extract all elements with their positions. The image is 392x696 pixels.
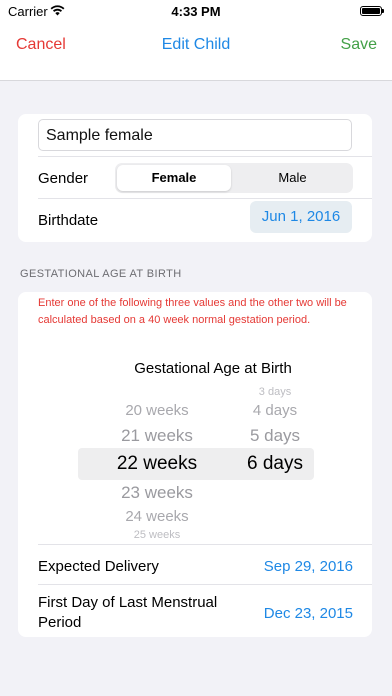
gestational-age-picker[interactable]: 20 weeks 21 weeks 22 weeks 23 weeks 24 w… xyxy=(78,386,314,541)
child-info-card: Sample female Gender Female Male Birthda… xyxy=(18,114,372,242)
picker-days-item[interactable]: 5 days xyxy=(230,426,320,446)
gender-option-female[interactable]: Female xyxy=(117,165,231,191)
expected-delivery-value[interactable]: Sep 29, 2016 xyxy=(264,558,353,575)
lmp-value[interactable]: Dec 23, 2015 xyxy=(264,605,353,622)
battery-icon xyxy=(360,6,384,16)
status-time: 4:33 PM xyxy=(171,4,221,19)
picker-title: Gestational Age at Birth xyxy=(134,360,292,377)
divider xyxy=(38,544,372,545)
page-title: Edit Child xyxy=(161,36,231,53)
divider xyxy=(38,584,372,585)
birthdate-label: Birthdate xyxy=(38,212,99,229)
divider xyxy=(38,198,372,199)
picker-days-item[interactable]: 3 days xyxy=(230,386,320,398)
instruction-note: Enter one of the following three values … xyxy=(38,297,347,326)
navigation-bar: Cancel Edit Child Save xyxy=(0,24,392,81)
status-bar: Carrier 4:33 PM xyxy=(0,0,392,24)
gender-segmented-control[interactable]: Female Male xyxy=(115,163,353,193)
picker-weeks-item[interactable]: 24 weeks xyxy=(82,508,232,525)
birthdate-button[interactable]: Jun 1, 2016 xyxy=(250,201,352,233)
expected-delivery-label: Expected Delivery xyxy=(38,558,159,575)
picker-weeks-item[interactable]: 25 weeks xyxy=(82,529,232,541)
gender-label: Gender xyxy=(38,170,89,187)
gender-option-male[interactable]: Male xyxy=(234,163,351,193)
picker-weeks-item[interactable]: 20 weeks xyxy=(82,402,232,419)
picker-weeks-item[interactable]: 21 weeks xyxy=(82,426,232,446)
picker-days-item[interactable]: 4 days xyxy=(230,402,320,419)
save-button[interactable]: Save xyxy=(341,36,377,54)
gestation-card: Enter one of the following three values … xyxy=(18,292,372,637)
divider xyxy=(38,156,372,157)
picker-weeks-selected[interactable]: 22 weeks xyxy=(82,453,232,475)
picker-weeks-item[interactable]: 23 weeks xyxy=(82,483,232,503)
name-input[interactable]: Sample female xyxy=(38,119,352,151)
lmp-label: First Day of Last Menstrual Period xyxy=(38,594,218,631)
picker-days-selected[interactable]: 6 days xyxy=(230,453,320,475)
section-header: GESTATIONAL AGE AT BIRTH xyxy=(20,268,182,280)
